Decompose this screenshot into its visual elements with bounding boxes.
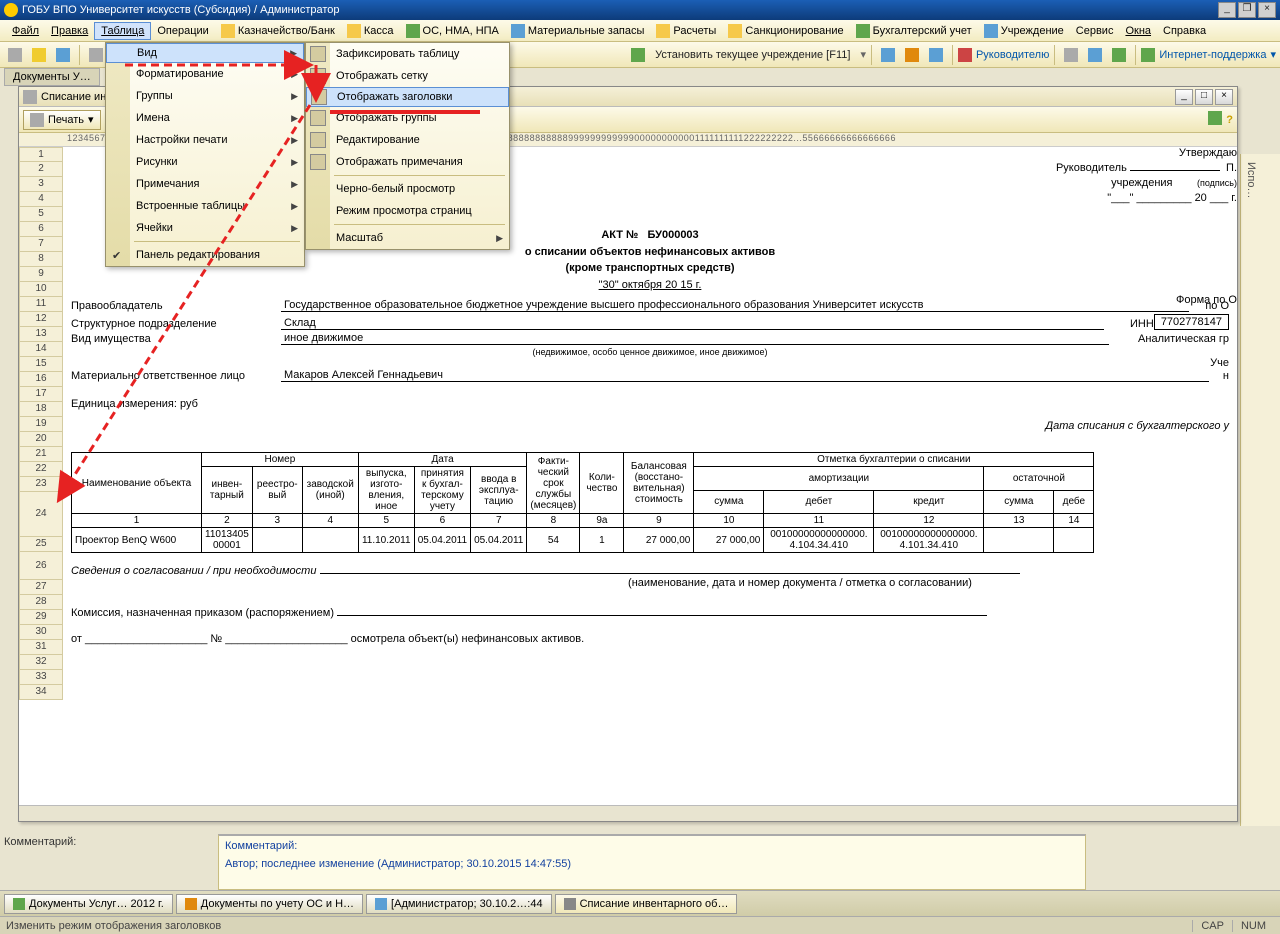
tb-ic3[interactable] — [925, 44, 947, 66]
menu-groups[interactable]: Группы▶ — [106, 85, 304, 107]
app-title: ГОБУ ВПО Университет искусств (Субсидия)… — [22, 4, 340, 16]
menu-cash[interactable]: Касса — [341, 22, 400, 40]
menu-formatting[interactable]: Форматирование▶ — [106, 63, 304, 85]
view-show-grid[interactable]: Отображать сетку — [306, 65, 509, 87]
status-num: NUM — [1232, 920, 1274, 932]
leader-link[interactable]: Руководителю — [958, 48, 1049, 62]
menu-edit[interactable]: Правка — [45, 23, 94, 39]
person-icon — [958, 48, 972, 62]
menu-institution[interactable]: Учреждение — [978, 22, 1070, 40]
menu-pictures[interactable]: Рисунки▶ — [106, 151, 304, 173]
view-bw[interactable]: Черно-белый просмотр — [306, 178, 509, 200]
side-panel[interactable]: Испо… — [1240, 154, 1280, 826]
inn-value: 7702778147 — [1154, 314, 1229, 330]
menu-notes[interactable]: Примечания▶ — [106, 173, 304, 195]
footer-sved: Сведения о согласовании / при необходимо… — [71, 565, 1229, 577]
menu-view[interactable]: Вид▶ — [106, 43, 304, 63]
close-button[interactable]: × — [1258, 2, 1276, 18]
menu-edit-panel[interactable]: ✔Панель редактирования — [106, 244, 304, 266]
restore-button[interactable]: ❐ — [1238, 2, 1256, 18]
comment-panel: Комментарий: Автор; последнее изменение … — [218, 834, 1086, 890]
menu-windows[interactable]: Окна — [1119, 23, 1157, 39]
dropdown-view[interactable]: Зафиксировать таблицу Отображать сетку О… — [305, 42, 510, 250]
tb-ic6[interactable] — [1108, 44, 1130, 66]
doc-maximize[interactable]: □ — [1195, 89, 1213, 105]
data-table: Наименование объекта Номер Дата Факти-че… — [71, 452, 1094, 553]
view-fix-table[interactable]: Зафиксировать таблицу — [306, 43, 509, 65]
tb-cut[interactable] — [85, 44, 107, 66]
view-show-notes[interactable]: Отображать примечания — [306, 151, 509, 173]
doc-icon — [23, 90, 37, 104]
menu-file[interactable]: Файл — [6, 23, 45, 39]
bg-tab[interactable]: Документы У… — [4, 68, 100, 86]
act-fields: ПравообладательГосударственное образоват… — [71, 299, 1229, 432]
edit-icon — [310, 132, 326, 148]
comment-label-outer: Комментарий: — [4, 836, 76, 848]
view-show-headers[interactable]: Отображать заголовки — [306, 87, 509, 107]
row-numbers: 12345678910 11121314151617181920 2122232… — [19, 147, 63, 700]
tab-docs-2012[interactable]: Документы Услуг… 2012 г. — [4, 894, 173, 914]
status-text: Изменить режим отображения заголовков — [6, 920, 221, 932]
header-icon — [311, 89, 327, 105]
note-icon — [310, 154, 326, 170]
view-show-groups[interactable]: Отображать группы — [306, 107, 509, 129]
window-taskbar: Документы Услуг… 2012 г. Документы по уч… — [0, 890, 1280, 916]
app-icon — [4, 3, 18, 17]
support-link[interactable]: Интернет-поддержка ▾ — [1141, 48, 1276, 62]
comment-label-inner: Комментарий: — [225, 840, 1079, 852]
menu-assets[interactable]: ОС, НМА, НПА — [400, 22, 505, 40]
menu-embedded-tables[interactable]: Встроенные таблицы▶ — [106, 195, 304, 217]
menu-print-settings[interactable]: Настройки печати▶ — [106, 129, 304, 151]
tab-admin[interactable]: [Администратор; 30.10.2…:44 — [366, 894, 552, 914]
doc-hscroll[interactable] — [19, 805, 1237, 821]
tb-new[interactable] — [4, 44, 26, 66]
menu-treasury[interactable]: Казначейство/Банк — [215, 22, 341, 40]
minimize-button[interactable]: _ — [1218, 2, 1236, 18]
menu-materials[interactable]: Материальные запасы — [505, 22, 651, 40]
doc-close[interactable]: × — [1215, 89, 1233, 105]
doc-minimize[interactable]: _ — [1175, 89, 1193, 105]
institution-icon — [631, 48, 645, 62]
footer-ot: от ____________________ № ______________… — [71, 633, 1229, 645]
grid-icon — [310, 68, 326, 84]
statusbar: Изменить режим отображения заголовков CA… — [0, 916, 1280, 934]
menu-accounting[interactable]: Бухгалтерский учет — [850, 22, 978, 40]
footer-komiss: Комиссия, назначенная приказом (распоряж… — [71, 607, 1229, 619]
menu-names[interactable]: Имена▶ — [106, 107, 304, 129]
menu-operations[interactable]: Операции — [151, 23, 214, 39]
tb-ic4[interactable] — [1060, 44, 1082, 66]
menu-service[interactable]: Сервис — [1070, 23, 1120, 39]
dropdown-table[interactable]: Вид▶ Форматирование▶ Группы▶ Имена▶ Наст… — [105, 42, 305, 267]
group-icon — [310, 110, 326, 126]
view-editing[interactable]: Редактирование — [306, 129, 509, 151]
doc-tb-help[interactable]: ? — [1226, 114, 1233, 126]
status-cap: CAP — [1192, 920, 1232, 932]
menu-help[interactable]: Справка — [1157, 23, 1212, 39]
tab-writeoff[interactable]: Списание инвентарного об… — [555, 894, 738, 914]
globe-icon — [1141, 48, 1155, 62]
tab-docs-os[interactable]: Документы по учету ОС и Н… — [176, 894, 363, 914]
view-page-mode[interactable]: Режим просмотра страниц — [306, 200, 509, 222]
doc-tb-1[interactable] — [1208, 111, 1222, 128]
print-button[interactable]: Печать ▾ — [23, 110, 101, 130]
main-menubar[interactable]: Файл Правка Таблица Операции Казначейств… — [0, 20, 1280, 42]
menu-calc[interactable]: Расчеты — [650, 22, 722, 40]
comment-author: Автор; последнее изменение (Администрато… — [225, 858, 1079, 870]
tb-save[interactable] — [52, 44, 74, 66]
tb-ic2[interactable] — [901, 44, 923, 66]
approval-block: Утверждаю Руководитель П. учреждения (по… — [1056, 147, 1237, 309]
doc-title: Списание ин — [41, 91, 106, 103]
grid-icon — [310, 46, 326, 62]
set-institution[interactable]: Установить текущее учреждение [F11] — [647, 46, 858, 64]
view-zoom[interactable]: Масштаб▶ — [306, 227, 509, 249]
menu-cells[interactable]: Ячейки▶ — [106, 217, 304, 239]
printer-icon — [30, 113, 44, 127]
tb-open[interactable] — [28, 44, 50, 66]
app-titlebar: ГОБУ ВПО Университет искусств (Субсидия)… — [0, 0, 1280, 20]
menu-table[interactable]: Таблица — [94, 22, 151, 40]
menu-sanction[interactable]: Санкционирование — [722, 22, 849, 40]
tb-ic1[interactable] — [877, 44, 899, 66]
tb-ic5[interactable] — [1084, 44, 1106, 66]
table-row: Проектор BenQ W600 11013405 00001 11.10.… — [72, 528, 1094, 553]
